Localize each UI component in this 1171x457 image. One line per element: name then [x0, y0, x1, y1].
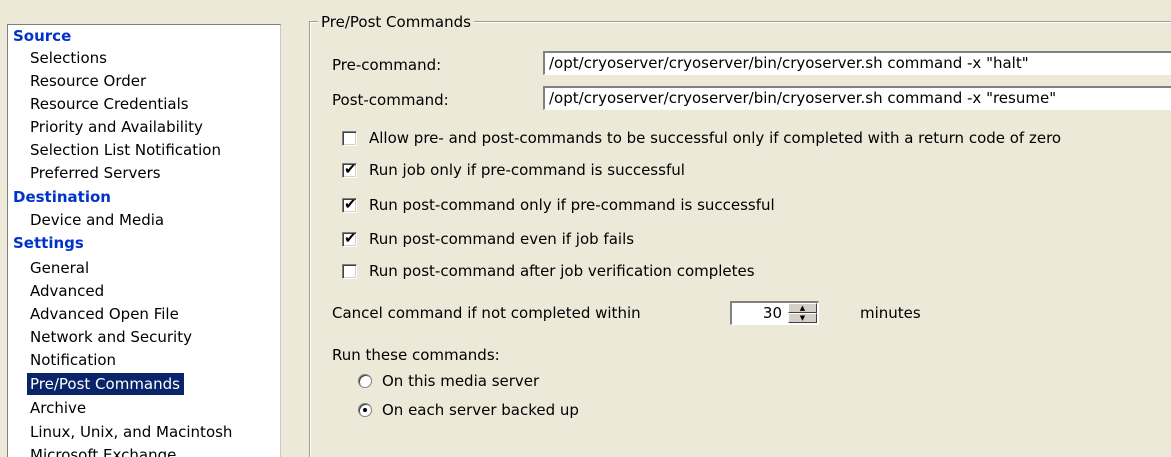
nav-heading-source: Source [13, 27, 72, 45]
nav-item-pre-post-commands[interactable]: Pre/Post Commands [27, 373, 184, 395]
return-code-zero-checkbox[interactable] [342, 130, 357, 146]
checkbox-row-run-job-if-pre-success[interactable]: ✔ Run job only if pre-command is success… [342, 159, 685, 181]
post-if-pre-success-checkbox[interactable]: ✔ [342, 194, 357, 213]
check-mark-icon: ✔ [344, 228, 357, 247]
post-command-label: Post-command: [332, 91, 449, 109]
check-mark-icon: ✔ [344, 159, 357, 178]
each-server-radio[interactable] [358, 403, 372, 417]
post-after-verification-label: Run post-command after job verification … [369, 262, 755, 280]
nav-item-general[interactable]: General [27, 257, 93, 279]
check-mark-icon: ✔ [344, 194, 357, 213]
media-server-radio[interactable] [358, 374, 372, 388]
nav-item-resource-credentials[interactable]: Resource Credentials [27, 93, 193, 115]
run-commands-label: Run these commands: [332, 346, 500, 364]
nav-item-selections[interactable]: Selections [27, 47, 111, 69]
post-after-verification-checkbox[interactable] [342, 263, 357, 279]
nav-item-advanced[interactable]: Advanced [27, 280, 108, 302]
checkbox-row-post-even-if-job-fails[interactable]: ✔ Run post-command even if job fails [342, 228, 634, 250]
properties-navigation: Source Selections Resource Order Resourc… [7, 24, 281, 457]
run-job-if-pre-success-checkbox[interactable]: ✔ [342, 159, 357, 178]
radio-dot-icon [363, 408, 367, 412]
pre-command-label: Pre-command: [332, 56, 442, 74]
each-server-radio-label: On each server backed up [382, 401, 579, 419]
nav-item-network-and-security[interactable]: Network and Security [27, 326, 196, 348]
nav-heading-settings: Settings [13, 234, 84, 252]
radio-row-each-server[interactable]: On each server backed up [358, 399, 579, 421]
post-even-if-job-fails-label: Run post-command even if job fails [369, 230, 635, 248]
nav-item-advanced-open-file[interactable]: Advanced Open File [27, 303, 183, 325]
group-title: Pre/Post Commands [318, 12, 474, 32]
nav-heading-destination: Destination [13, 188, 111, 206]
job-properties-dialog: Source Selections Resource Order Resourc… [0, 0, 1171, 457]
nav-item-selection-list-notification[interactable]: Selection List Notification [27, 139, 225, 161]
cancel-minutes-spinner[interactable]: 30 ▲ ▼ [730, 301, 819, 325]
minutes-label: minutes [860, 304, 921, 322]
spin-down-button[interactable]: ▼ [788, 313, 817, 323]
checkbox-row-post-if-pre-success[interactable]: ✔ Run post-command only if pre-command i… [342, 194, 775, 216]
return-code-zero-label: Allow pre- and post-commands to be succe… [369, 129, 1062, 147]
post-even-if-job-fails-checkbox[interactable]: ✔ [342, 228, 357, 247]
nav-item-linux-unix-macintosh[interactable]: Linux, Unix, and Macintosh [27, 421, 236, 443]
nav-item-microsoft-exchange[interactable]: Microsoft Exchange [27, 444, 180, 457]
nav-item-preferred-servers[interactable]: Preferred Servers [27, 162, 165, 184]
run-job-if-pre-success-label: Run job only if pre-command is successfu… [369, 161, 685, 179]
radio-row-media-server[interactable]: On this media server [358, 370, 539, 392]
checkbox-row-post-after-verification[interactable]: Run post-command after job verification … [342, 260, 755, 282]
nav-item-notification[interactable]: Notification [27, 349, 120, 371]
nav-item-priority-and-availability[interactable]: Priority and Availability [27, 116, 207, 138]
post-command-input[interactable]: /opt/cryoserver/cryoserver/bin/cryoserve… [543, 86, 1171, 110]
nav-item-resource-order[interactable]: Resource Order [27, 70, 150, 92]
pre-command-input[interactable]: /opt/cryoserver/cryoserver/bin/cryoserve… [543, 51, 1171, 75]
cancel-minutes-value[interactable]: 30 [732, 303, 788, 324]
spin-up-button[interactable]: ▲ [788, 303, 817, 313]
arrow-down-icon: ▼ [799, 313, 806, 322]
nav-item-device-and-media[interactable]: Device and Media [27, 209, 168, 231]
checkbox-row-return-code-zero[interactable]: Allow pre- and post-commands to be succe… [342, 127, 1061, 149]
spinner-buttons: ▲ ▼ [788, 303, 818, 324]
arrow-up-icon: ▲ [799, 303, 806, 312]
media-server-radio-label: On this media server [382, 372, 540, 390]
post-if-pre-success-label: Run post-command only if pre-command is … [369, 196, 775, 214]
nav-item-archive[interactable]: Archive [27, 397, 90, 419]
cancel-command-label: Cancel command if not completed within [332, 304, 641, 322]
